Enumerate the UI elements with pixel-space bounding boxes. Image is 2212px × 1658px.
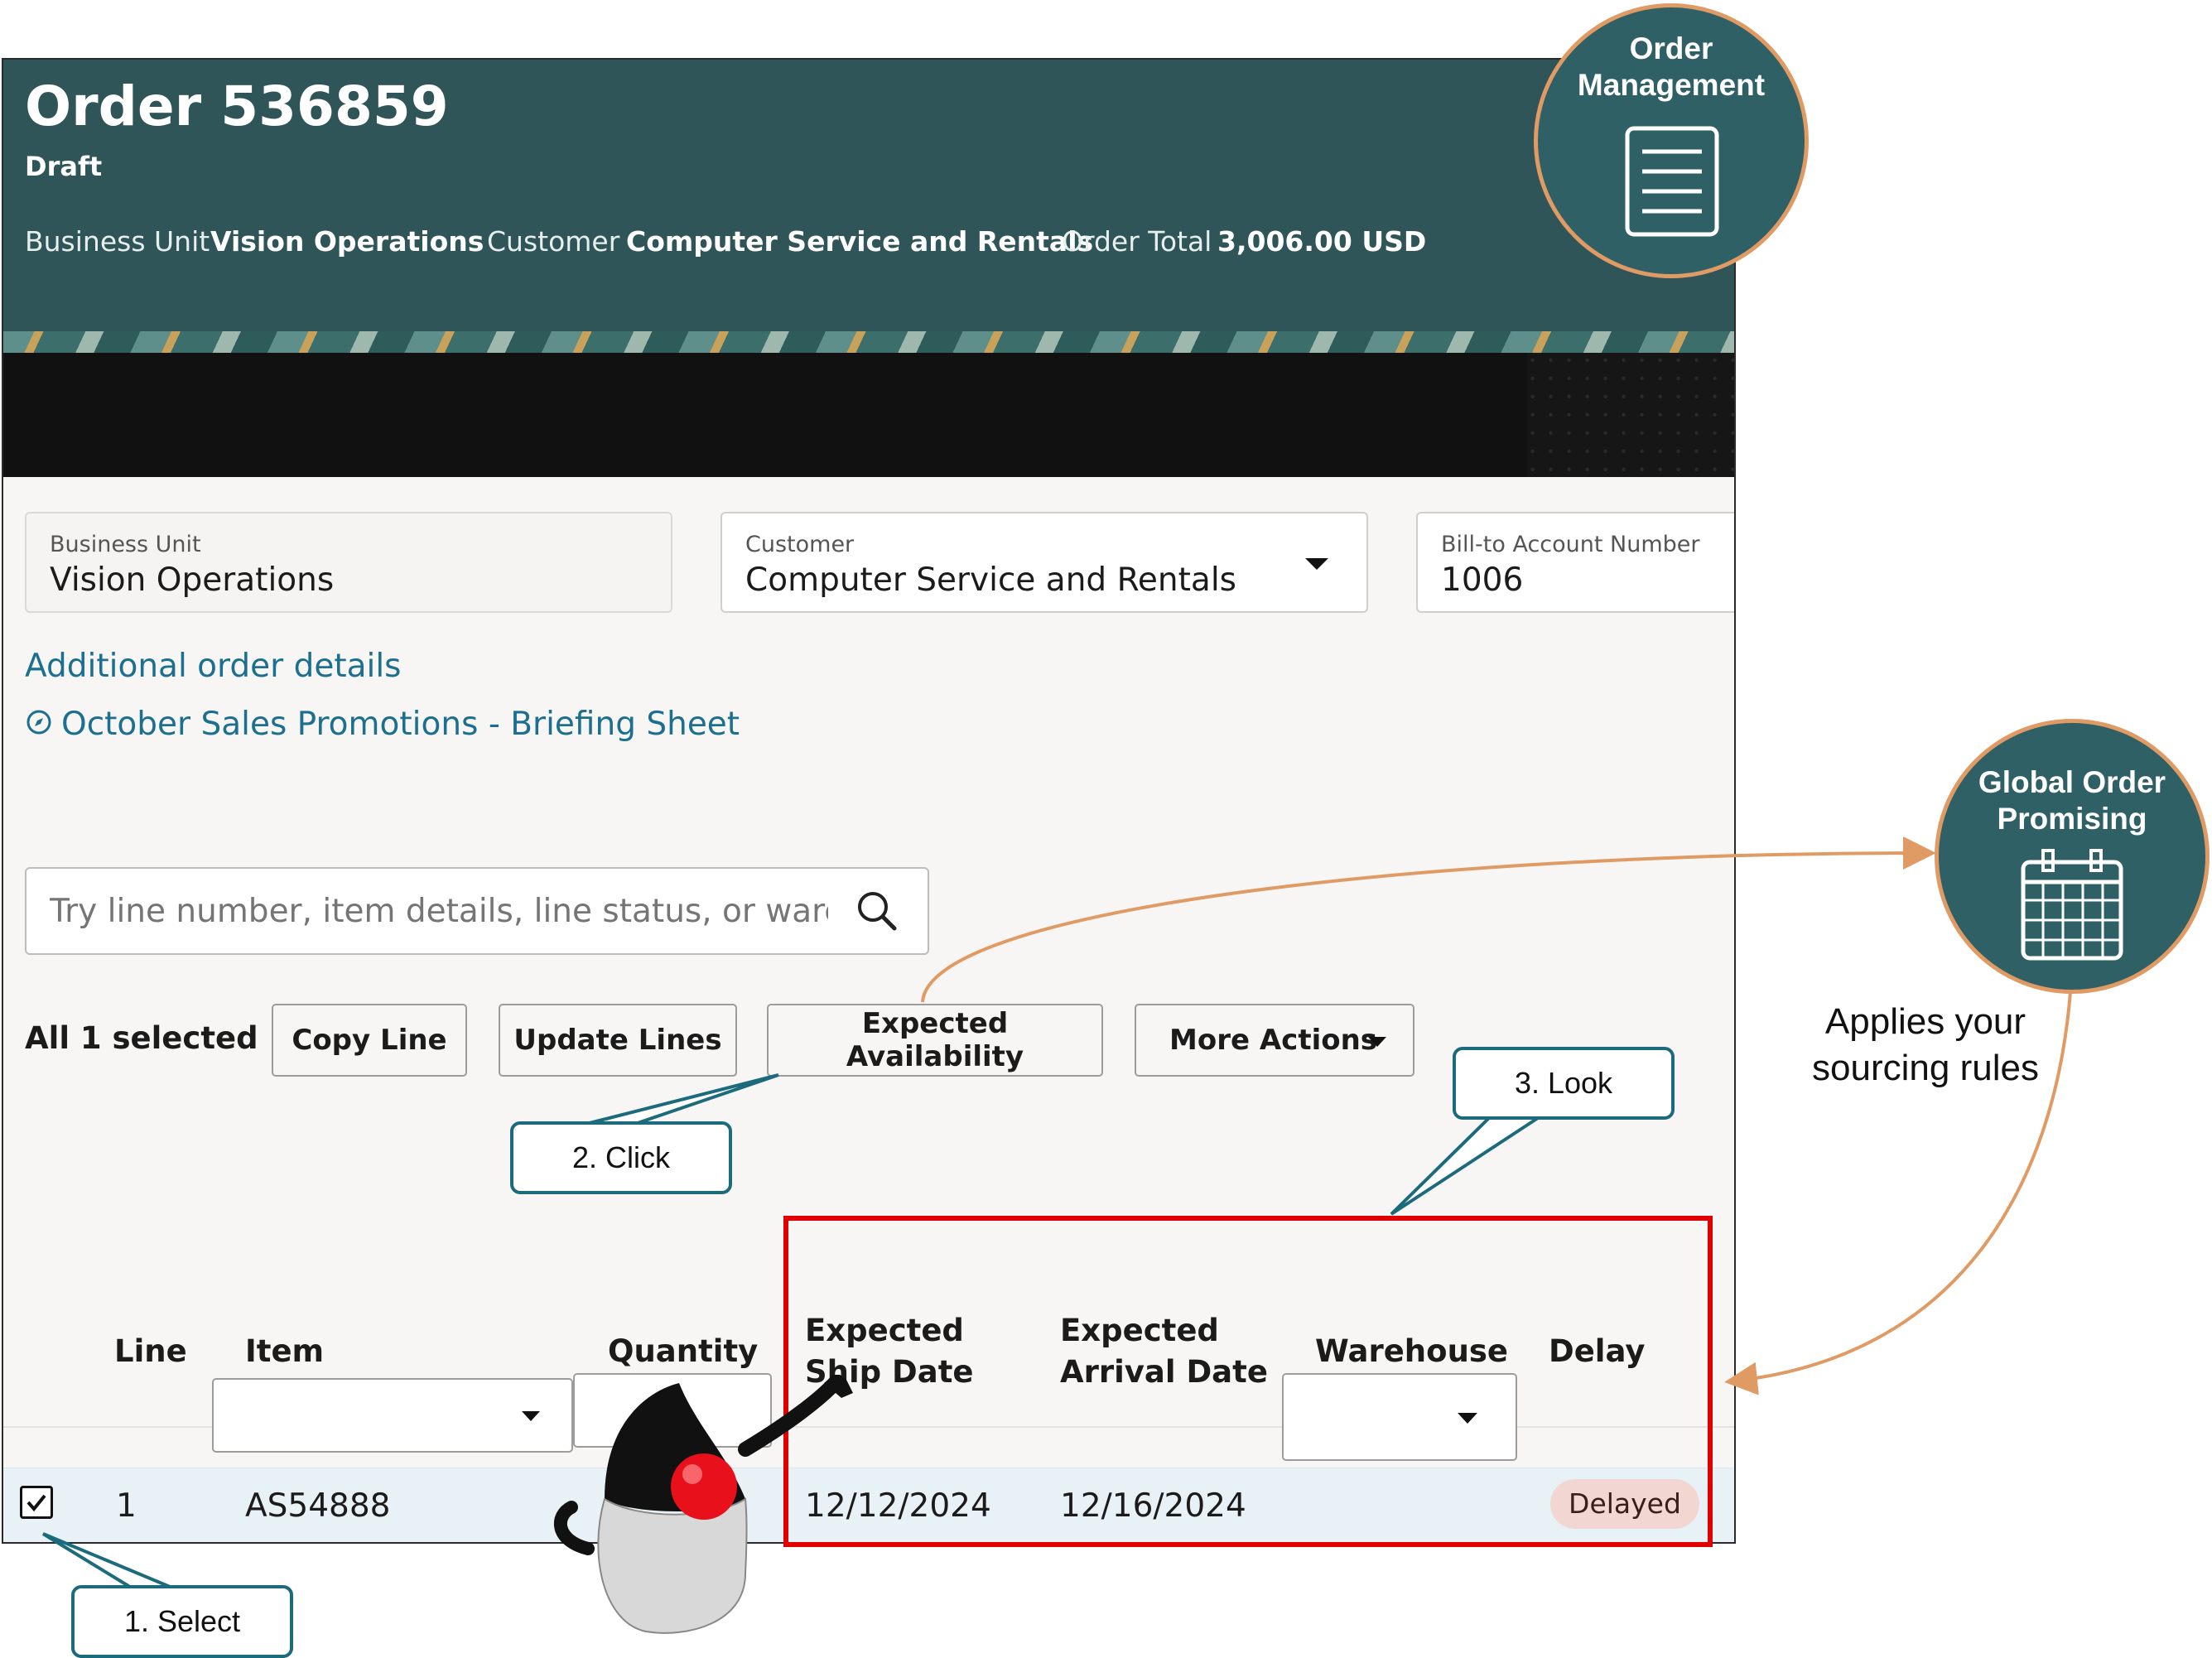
callout-step-1: 1. Select xyxy=(71,1585,293,1658)
document-icon xyxy=(1625,126,1719,237)
order-management-title: Order Management xyxy=(1538,31,1805,104)
duke-mascot-illustration xyxy=(553,1375,853,1634)
gop-title: Global Order Promising xyxy=(1939,764,2205,837)
gop-line2: Promising xyxy=(1997,802,2147,836)
order-management-line2: Management xyxy=(1577,68,1766,102)
order-management-line1: Order xyxy=(1629,31,1713,65)
note-line2: sourcing rules xyxy=(1812,1048,2039,1088)
note-line1: Applies your xyxy=(1824,1001,2026,1042)
callout-step-2: 2. Click xyxy=(510,1121,732,1194)
order-management-badge: Order Management xyxy=(1534,3,1809,278)
sourcing-rules-note: Applies your sourcing rules xyxy=(1781,999,2070,1092)
calendar-icon xyxy=(2021,849,2123,961)
callout-step-3: 3. Look xyxy=(1453,1047,1675,1120)
annotation-connectors xyxy=(41,836,2072,1590)
global-order-promising-badge: Global Order Promising xyxy=(1935,719,2210,994)
gop-line1: Global Order xyxy=(1978,765,2166,799)
